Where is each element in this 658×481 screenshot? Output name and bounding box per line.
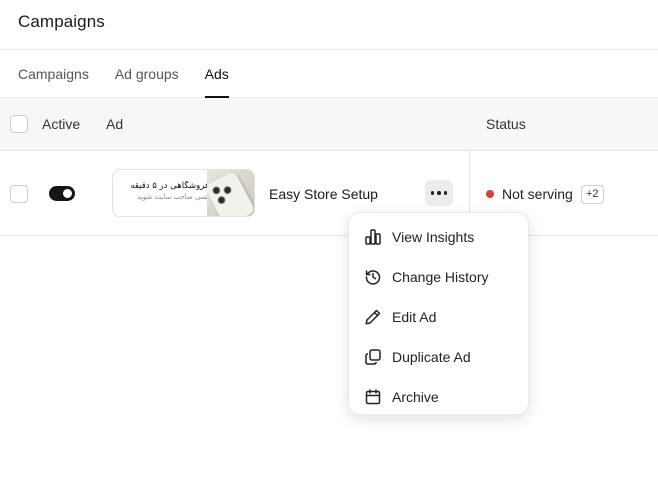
tab-ad-groups[interactable]: Ad groups xyxy=(115,66,179,97)
ad-thumbnail-image xyxy=(204,170,254,216)
bar-chart-icon xyxy=(365,229,381,245)
page-title: Campaigns xyxy=(18,12,105,31)
ellipsis-icon xyxy=(430,191,435,195)
ad-preview-headline: فروشگاهی در ۵ دقیقه xyxy=(130,181,209,191)
duplicate-icon xyxy=(365,349,381,365)
row-actions-menu: View Insights Change History Edit Ad Dup… xyxy=(348,212,529,415)
menu-item-view-insights[interactable]: View Insights xyxy=(349,217,528,257)
table-header: Active Ad Status xyxy=(0,98,658,151)
ads-table: Active Ad Status فروشگاهی در ۵ دقیقه بسی… xyxy=(0,98,658,236)
menu-item-label: View Insights xyxy=(392,229,475,245)
ad-preview-subline: بسی صاحب سایت شوید xyxy=(137,193,209,201)
tab-bar: Campaigns Ad groups Ads xyxy=(0,50,658,98)
header-active: Active xyxy=(42,116,81,132)
menu-item-edit-ad[interactable]: Edit Ad xyxy=(349,297,528,337)
active-toggle[interactable] xyxy=(49,186,75,201)
history-icon xyxy=(365,270,381,285)
header-status: Status xyxy=(486,116,526,132)
ad-preview-text: فروشگاهی در ۵ دقیقه بسی صاحب سایت شوید xyxy=(119,181,209,201)
phone-image xyxy=(204,170,254,216)
archive-icon xyxy=(365,389,381,405)
header-ad: Ad xyxy=(106,116,124,132)
menu-item-change-history[interactable]: Change History xyxy=(349,257,528,297)
ad-name[interactable]: Easy Store Setup xyxy=(269,186,378,202)
select-all-checkbox[interactable] xyxy=(10,115,28,133)
more-options-button[interactable] xyxy=(425,180,453,206)
menu-item-label: Archive xyxy=(392,389,439,405)
menu-item-label: Change History xyxy=(392,269,489,285)
status-label: Not serving xyxy=(502,186,573,202)
table-row: فروشگاهی در ۵ دقیقه بسی صاحب سایت شوید E… xyxy=(0,151,658,236)
ad-preview-card[interactable]: فروشگاهی در ۵ دقیقه بسی صاحب سایت شوید xyxy=(112,169,255,217)
row-checkbox[interactable] xyxy=(10,185,28,203)
tab-campaigns[interactable]: Campaigns xyxy=(18,66,89,97)
menu-item-archive[interactable]: Archive xyxy=(349,377,528,417)
pencil-icon xyxy=(365,309,381,325)
menu-item-duplicate-ad[interactable]: Duplicate Ad xyxy=(349,337,528,377)
page-header: Campaigns xyxy=(0,0,658,50)
tab-ads[interactable]: Ads xyxy=(204,66,229,98)
menu-item-label: Duplicate Ad xyxy=(392,349,471,365)
status-more-badge[interactable]: +2 xyxy=(581,185,604,204)
menu-item-label: Edit Ad xyxy=(392,309,437,325)
status-dot xyxy=(486,190,494,198)
